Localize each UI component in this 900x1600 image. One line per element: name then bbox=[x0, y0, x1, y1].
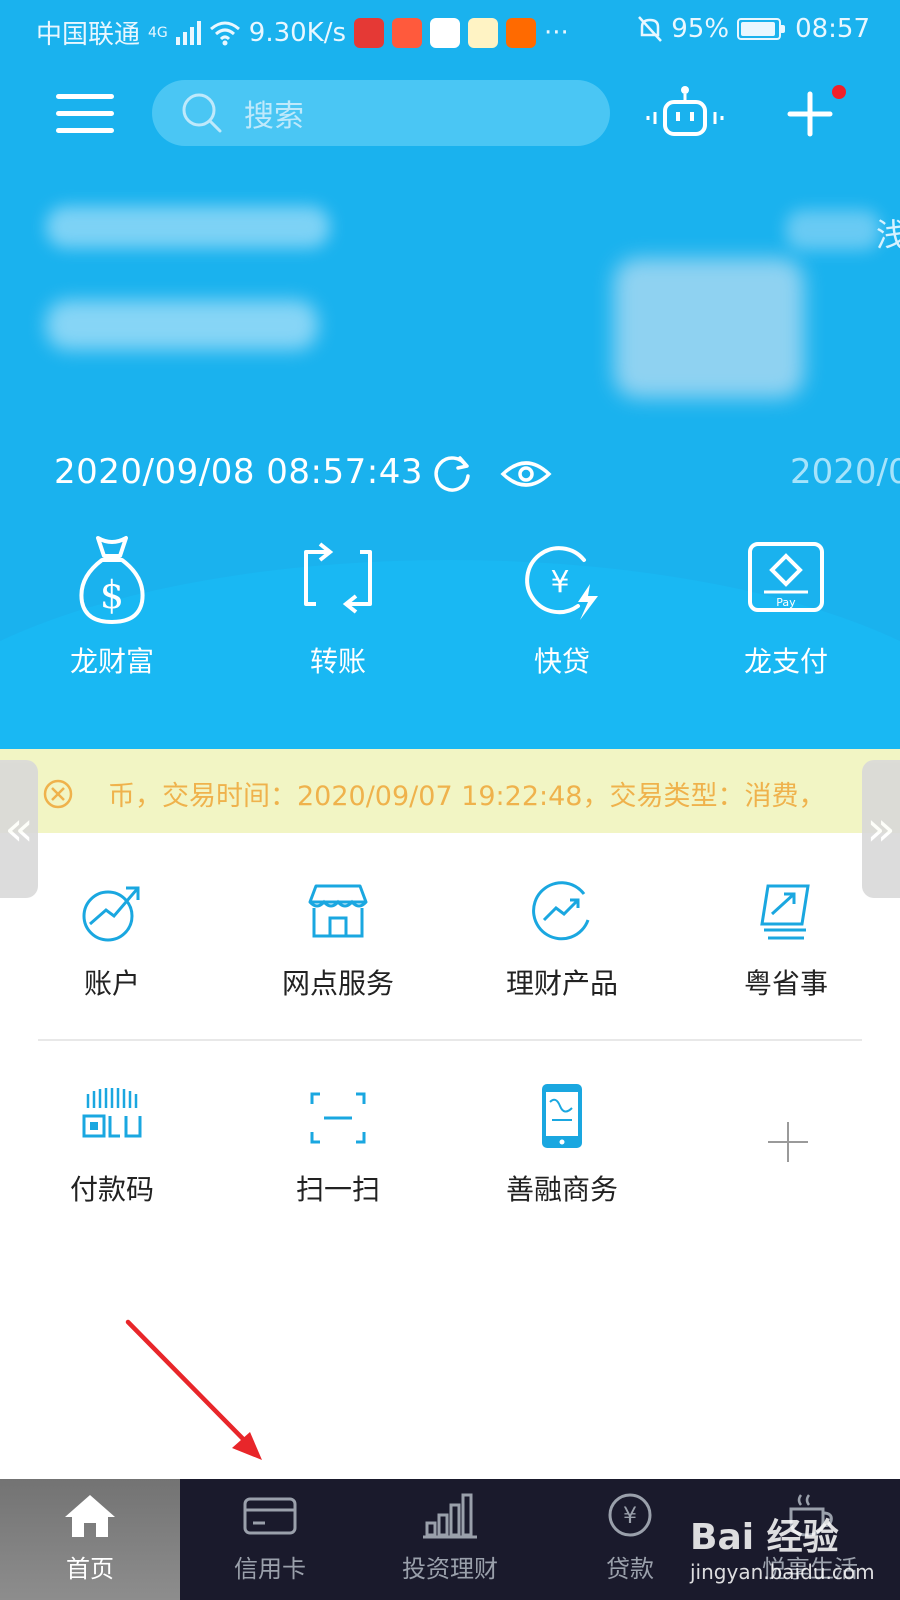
long-pay-icon: Pay bbox=[748, 542, 824, 612]
tab-label: 首页 bbox=[66, 1555, 114, 1583]
quick-action-label: 快贷 bbox=[533, 645, 590, 678]
double-chevron-left-icon: « bbox=[4, 801, 34, 857]
refresh-icon[interactable] bbox=[430, 452, 474, 496]
close-circle-icon[interactable] bbox=[42, 778, 74, 810]
video-app-icon bbox=[392, 17, 423, 48]
next-page-button[interactable]: » bbox=[862, 760, 900, 898]
service-yue-sheng-shi[interactable]: 粤省事 bbox=[686, 880, 886, 1002]
service-label: 扫一扫 bbox=[295, 1173, 380, 1206]
voice-app-icon bbox=[354, 17, 385, 48]
service-label: 账户 bbox=[83, 967, 140, 1000]
add-plus-icon[interactable] bbox=[786, 90, 834, 138]
login-datetime: 2020/09/08 08:57:43 bbox=[54, 452, 423, 492]
quick-action-quick-loan[interactable]: ¥ 快贷 bbox=[482, 530, 642, 680]
menu-icon bbox=[56, 94, 114, 99]
tab-investment[interactable]: 投资理财 bbox=[360, 1479, 540, 1600]
eye-icon[interactable] bbox=[500, 456, 552, 492]
svg-text:$: $ bbox=[100, 573, 124, 617]
banner-blurred-next bbox=[786, 210, 880, 250]
service-label: 善融商务 bbox=[505, 1173, 618, 1206]
signal-icon bbox=[175, 20, 201, 45]
service-label: 理财产品 bbox=[505, 967, 618, 1000]
banner-edge-text: 浅 bbox=[876, 216, 900, 254]
home-icon bbox=[65, 1495, 115, 1537]
status-bar: 中国联通 4G 9.30K/s ··· 95% 08:57 bbox=[0, 0, 900, 62]
tab-label: 投资理财 bbox=[402, 1555, 498, 1583]
wealth-product-icon bbox=[532, 881, 590, 941]
more-notifications: ··· bbox=[544, 17, 569, 48]
shanrong-phone-icon bbox=[542, 1084, 582, 1148]
transfer-icon bbox=[304, 542, 372, 614]
service-scan[interactable]: 扫一扫 bbox=[238, 1086, 438, 1208]
status-bar-right: 95% 08:57 bbox=[637, 14, 870, 44]
svg-text:¥: ¥ bbox=[550, 565, 569, 600]
service-account[interactable]: 账户 bbox=[12, 880, 212, 1002]
service-label: 粤省事 bbox=[743, 967, 828, 1000]
watermark-brand: Bai 经验 bbox=[690, 1517, 839, 1558]
battery-percent: 95% bbox=[671, 14, 730, 44]
clock: 08:57 bbox=[795, 14, 870, 44]
quick-loan-icon: ¥ bbox=[525, 546, 598, 620]
watermark-url: jingyan.baidu.com bbox=[690, 1560, 875, 1584]
service-label: 网点服务 bbox=[281, 967, 394, 1000]
svg-text:Pay: Pay bbox=[776, 596, 796, 609]
quick-action-longcaifu[interactable]: $ 龙财富 bbox=[32, 530, 192, 680]
network-speed: 9.30K/s bbox=[248, 17, 347, 48]
payment-code-icon bbox=[82, 1088, 142, 1138]
service-payment-code[interactable]: 付款码 bbox=[12, 1086, 212, 1208]
menu-button[interactable] bbox=[56, 94, 114, 134]
service-branch[interactable]: 网点服务 bbox=[238, 880, 438, 1002]
network-type: 4G bbox=[148, 24, 168, 41]
bell-muted-icon bbox=[638, 16, 663, 42]
yen-coin-icon: ¥ bbox=[608, 1493, 652, 1537]
branch-store-icon bbox=[308, 884, 368, 938]
notification-dot bbox=[832, 85, 846, 99]
prev-page-button[interactable]: « bbox=[0, 760, 38, 898]
yue-sheng-shi-icon bbox=[760, 884, 810, 940]
cloud-app-icon bbox=[468, 17, 499, 48]
credit-card-icon bbox=[243, 1497, 297, 1535]
money-bag-icon: $ bbox=[79, 536, 145, 624]
scan-icon bbox=[310, 1092, 366, 1144]
search-placeholder: 搜索 bbox=[244, 99, 304, 134]
double-chevron-right-icon: » bbox=[866, 801, 896, 857]
search-icon bbox=[182, 93, 222, 133]
quick-action-transfer[interactable]: 转账 bbox=[258, 530, 418, 680]
status-bar-left: 中国联通 4G 9.30K/s ··· bbox=[36, 14, 569, 51]
login-datetime-next-slide: 2020/0 bbox=[790, 452, 900, 492]
account-trend-icon bbox=[82, 886, 140, 942]
banner-blurred-image bbox=[614, 258, 804, 398]
grid-divider bbox=[38, 1039, 862, 1041]
notice-text: 币，交易时间：2020/09/07 19:22:48，交易类型：消费， bbox=[108, 781, 826, 812]
robot-assistant-icon[interactable] bbox=[645, 84, 725, 144]
service-wealth-products[interactable]: 理财产品 bbox=[462, 880, 662, 1002]
carrier-label: 中国联通 bbox=[36, 20, 141, 50]
du-map-app-icon bbox=[430, 17, 461, 48]
quick-action-label: 龙支付 bbox=[743, 645, 828, 678]
tab-credit-card[interactable]: 信用卡 bbox=[180, 1479, 360, 1600]
bar-chart-icon bbox=[423, 1493, 477, 1539]
tab-home[interactable]: 首页 bbox=[0, 1479, 180, 1600]
battery-icon bbox=[737, 18, 786, 40]
baidu-jingyan-watermark: Bai 经验 jingyan.baidu.com bbox=[690, 1508, 875, 1584]
service-label: 付款码 bbox=[69, 1173, 154, 1206]
search-bar[interactable]: 搜索 bbox=[152, 80, 610, 146]
wifi-icon bbox=[209, 21, 240, 45]
quick-action-label: 龙财富 bbox=[69, 645, 154, 678]
service-shanrong[interactable]: 善融商务 bbox=[462, 1082, 662, 1208]
tab-label: 信用卡 bbox=[234, 1555, 306, 1583]
taobao-app-icon bbox=[506, 17, 537, 48]
banner-blurred-subtitle bbox=[46, 300, 318, 350]
quick-action-long-pay[interactable]: Pay 龙支付 bbox=[706, 530, 866, 680]
add-service-plus-icon[interactable] bbox=[766, 1120, 810, 1164]
svg-text:¥: ¥ bbox=[623, 1504, 637, 1529]
quick-action-label: 转账 bbox=[309, 645, 366, 678]
banner-blurred-title[interactable] bbox=[46, 206, 330, 248]
